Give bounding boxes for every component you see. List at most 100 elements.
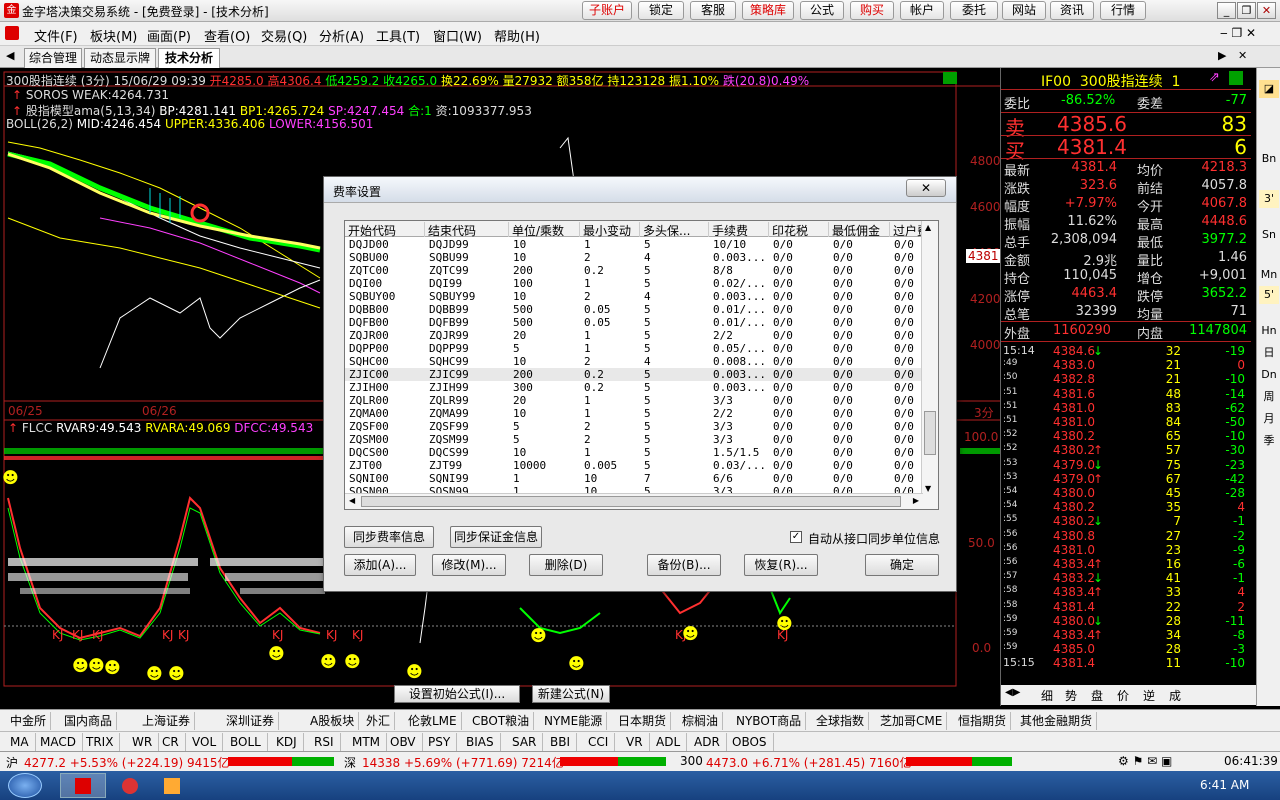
indicator-tab[interactable]: RSI [308,733,341,751]
period-3min-icon[interactable]: 3' [1259,190,1279,208]
menu-screen[interactable]: 画面(P) [147,26,191,45]
horizontal-scrollbar[interactable]: ◀ ▶ [345,493,923,509]
market-category-tab[interactable]: 芝加哥CME [876,712,948,730]
fee-table-row[interactable]: ZJIC00 ZJIC99 200 0.2 5 0.003... 0/0 0/0 0/0 [345,368,923,381]
fee-table-row[interactable]: DQFB00 DQFB99 500 0.05 5 0.01/... 0/0 0/0 0/0 [345,316,923,329]
fee-table-row[interactable]: DQPP00 DQPP99 5 1 5 0.05/... 0/0 0/0 0/0 [345,342,923,355]
lock-button[interactable]: 锁定 [638,1,684,20]
market-category-tab[interactable]: NYBOT商品 [732,712,807,730]
tab-close-icon[interactable]: ✕ [1238,49,1247,62]
fee-table-col-header[interactable]: 最小变动 [580,222,640,237]
fee-table-row[interactable]: SQBU00 SQBU99 10 2 4 0.003... 0/0 0/0 0/0 [345,251,923,264]
market-category-tab[interactable]: 棕榈油 [678,712,724,730]
market-category-tab[interactable]: NYME能源 [540,712,608,730]
strategy-button[interactable]: 策略库 [742,1,794,20]
order-button[interactable]: 委托 [950,1,998,20]
backup-button[interactable]: 备份(B)... [647,554,721,576]
period-month[interactable]: 月 [1259,410,1279,428]
period-mn[interactable]: Mn [1259,266,1279,284]
tab-dynamic-board[interactable]: 动态显示牌 [84,48,156,68]
fee-table-row[interactable]: DQCS00 DQCS99 10 1 5 1.5/1.5 0/0 0/0 0/0 [345,446,923,459]
scroll-thumb[interactable] [924,411,936,455]
quote-icon[interactable]: ⇗ [1209,70,1220,85]
market-category-tab[interactable]: A股板块 [306,712,360,730]
status-tools-icon[interactable]: ⚙ ⚑ ✉ ▣ [1118,754,1172,768]
market-category-tab[interactable]: 国内商品 [60,712,118,730]
quote-tab[interactable]: 细 [1041,687,1053,704]
market-category-tab[interactable]: 外汇 [362,712,396,730]
market-category-tab[interactable]: 其他金融期货 [1016,712,1098,730]
news-button[interactable]: 资讯 [1050,1,1094,20]
indicator-tab[interactable]: VR [620,733,650,751]
fee-table-row[interactable]: ZQJR00 ZQJR99 20 1 5 2/2 0/0 0/0 0/0 [345,329,923,342]
tab-scroll-left-icon[interactable]: ◀ [6,49,14,62]
tab-left-icon[interactable]: ◀▶ [1005,687,1020,698]
tab-scroll-right-icon[interactable]: ▶ [1218,49,1226,62]
menu-trade[interactable]: 交易(Q) [261,26,307,45]
quote-tab[interactable]: 盘 [1091,687,1103,704]
menu-view[interactable]: 查看(O) [204,26,250,45]
fee-table-row[interactable]: SQHC00 SQHC99 10 2 4 0.008... 0/0 0/0 0/0 [345,355,923,368]
market-category-tab[interactable]: 恒指期货 [954,712,1012,730]
fee-table-row[interactable]: DQJD00 DQJD99 10 1 5 10/10 0/0 0/0 0/0 [345,238,923,251]
indicator-tab[interactable]: BBI [544,733,578,751]
period-hn[interactable]: Hn [1259,322,1279,340]
fee-table-col-header[interactable]: 最低佣金 [829,222,890,237]
period-5min-icon[interactable]: 5' [1259,286,1279,304]
fee-table-row[interactable]: SQNI00 SQNI99 1 10 7 6/6 0/0 0/0 0/0 [345,472,923,485]
indicator-tab[interactable]: PSY [422,733,458,751]
quote-tab[interactable]: 逆 [1143,687,1155,704]
menu-block[interactable]: 板块(M) [90,26,137,45]
indicator-tab[interactable]: MTM [346,733,388,751]
fee-table-row[interactable]: ZQTC00 ZQTC99 200 0.2 5 8/8 0/0 0/0 0/0 [345,264,923,277]
close-icon[interactable]: ✕ [1257,2,1276,19]
fee-table-row[interactable]: ZJT00 ZJT99 10000 0.005 5 0.03/... 0/0 0/0 0/0 [345,459,923,472]
market-category-tab[interactable]: 中金所 [6,712,52,730]
mdi-controls[interactable]: ‒ ❐ ✕ [1220,26,1256,40]
indicator-tab[interactable]: MACD [34,733,83,751]
indicator-tab[interactable]: BIAS [460,733,501,751]
fee-table-row[interactable]: ZQLR00 ZQLR99 20 1 5 3/3 0/0 0/0 0/0 [345,394,923,407]
fee-table-row[interactable]: ZQSM00 ZQSM99 5 2 5 3/3 0/0 0/0 0/0 [345,433,923,446]
indicator-tab[interactable]: MA [4,733,36,751]
indicator-tab[interactable]: ADL [650,733,688,751]
indicator-tab[interactable]: VOL [186,733,224,751]
menu-analysis[interactable]: 分析(A) [319,26,364,45]
indicator-tab[interactable]: CR [156,733,186,751]
modify-button[interactable]: 修改(M)... [432,554,506,576]
menu-tools[interactable]: 工具(T) [376,26,420,45]
ok-button[interactable]: 确定 [865,554,939,576]
period-bn[interactable]: Bn [1259,150,1279,168]
website-button[interactable]: 网站 [1002,1,1046,20]
auto-sync-checkbox[interactable]: ✓ [790,531,802,543]
fee-table-col-header[interactable]: 开始代码 [345,222,425,237]
minimize-icon[interactable]: _ [1217,2,1236,19]
service-button[interactable]: 客服 [690,1,736,20]
period-sn[interactable]: Sn [1259,226,1279,244]
buy-button[interactable]: 购买 [850,1,894,20]
fee-table-row[interactable]: ZQSF00 ZQSF99 5 2 5 3/3 0/0 0/0 0/0 [345,420,923,433]
fee-table-row[interactable]: DQBB00 DQBB99 500 0.05 5 0.01/... 0/0 0/0 0/0 [345,303,923,316]
taskbar-app-icon[interactable] [110,773,150,798]
tab-overview[interactable]: 综合管理 [24,48,82,68]
sync-margin-button[interactable]: 同步保证金信息 [450,526,542,548]
market-button[interactable]: 行情 [1100,1,1146,20]
sync-fee-button[interactable]: 同步费率信息 [344,526,434,548]
market-category-tab[interactable]: 全球指数 [812,712,870,730]
app-menu-icon[interactable] [5,26,19,40]
indicator-tab[interactable]: OBOS [726,733,774,751]
market-category-tab[interactable]: 日本期货 [614,712,672,730]
restore-icon[interactable]: ❐ [1237,2,1256,19]
market-category-tab[interactable]: 上海证券 [138,712,196,730]
menu-file[interactable]: 文件(F) [34,26,78,45]
set-initial-formula-button[interactable]: 设置初始公式(I)... [394,685,520,703]
fee-table-col-header[interactable]: 多头保... [640,222,709,237]
taskbar-app-icon[interactable] [152,773,192,798]
sidebar-arrow-icon[interactable]: ◪ [1259,80,1279,98]
fee-table-row[interactable]: DQI00 DQI99 100 1 5 0.02/... 0/0 0/0 0/0 [345,277,923,290]
menu-window[interactable]: 窗口(W) [433,26,482,45]
menu-help[interactable]: 帮助(H) [494,26,540,45]
delete-button[interactable]: 删除(D) [529,554,603,576]
quote-tab[interactable]: 成 [1169,687,1181,704]
quote-tab[interactable]: 价 [1117,687,1129,704]
